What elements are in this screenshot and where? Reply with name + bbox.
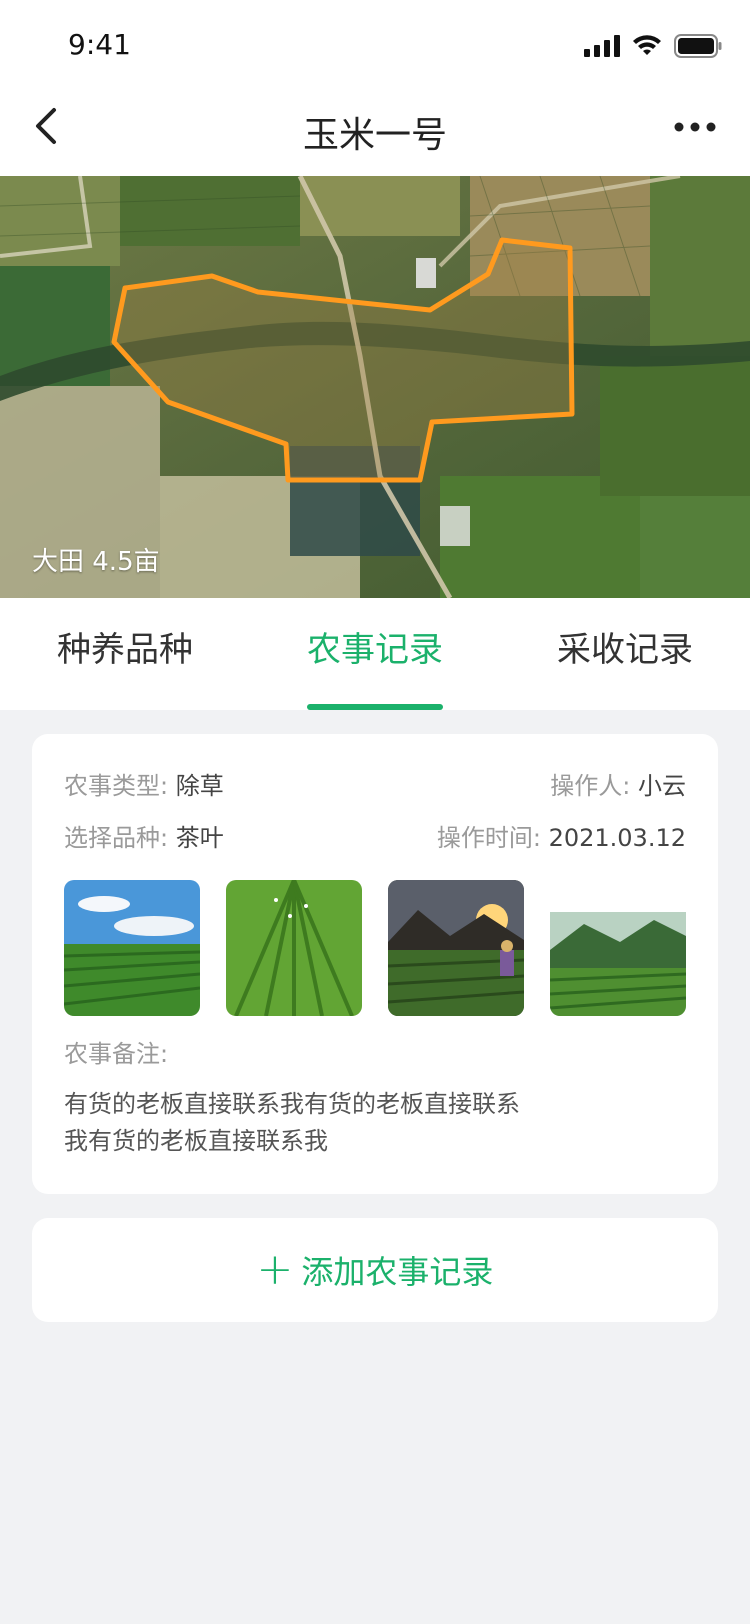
- signal-icon: [584, 35, 620, 57]
- variety-label: 选择品种:: [64, 824, 169, 852]
- operation-time-label: 操作时间:: [436, 824, 541, 852]
- farm-record-card[interactable]: 农事类型: 除草 操作人: 小云 选择品种: 茶叶 操作时间: 2021.03.…: [32, 734, 718, 1194]
- plus-icon: +: [256, 1244, 294, 1295]
- record-photo[interactable]: [64, 880, 200, 1016]
- add-farm-record-button[interactable]: + 添加农事记录: [32, 1218, 718, 1322]
- record-photo[interactable]: [388, 880, 524, 1016]
- satellite-image: [0, 176, 750, 598]
- tab-farm-records[interactable]: 农事记录: [250, 598, 500, 710]
- status-time: 9:41: [68, 28, 131, 61]
- tab-varieties[interactable]: 种养品种: [0, 598, 250, 710]
- variety-value: 茶叶: [175, 824, 224, 852]
- top-bar: 9:41 玉米一号: [0, 0, 750, 176]
- operation-time-value: 2021.03.12: [548, 824, 686, 852]
- record-photo[interactable]: [550, 880, 686, 1016]
- field-map[interactable]: 大田 4.5亩: [0, 176, 750, 598]
- tab-farm-records-label: 农事记录: [307, 630, 443, 670]
- operator-value: 小云: [638, 772, 686, 800]
- remark-text: 有货的老板直接联系我有货的老板直接联系我有货的老板直接联系我: [64, 1090, 520, 1155]
- status-icons: [584, 34, 722, 58]
- operation-time: 操作时间: 2021.03.12: [437, 818, 686, 853]
- record-row-2: 选择品种: 茶叶 操作时间: 2021.03.12: [64, 818, 686, 858]
- record-photo[interactable]: [226, 880, 362, 1016]
- battery-icon: [674, 34, 722, 58]
- add-farm-record-label: 添加农事记录: [301, 1253, 494, 1291]
- photo-gallery: [64, 880, 686, 1016]
- farm-type: 农事类型: 除草: [64, 766, 224, 801]
- wifi-icon: [633, 35, 661, 55]
- farm-type-label: 农事类型:: [64, 772, 169, 800]
- farm-type-value: 除草: [175, 772, 224, 800]
- tab-bar: 种养品种 农事记录 采收记录: [0, 598, 750, 710]
- operator: 操作人: 小云: [550, 766, 686, 801]
- ellipsis-icon[interactable]: [670, 113, 720, 141]
- active-tab-indicator: [307, 704, 443, 710]
- variety: 选择品种: 茶叶: [64, 818, 224, 853]
- field-area-caption: 大田 4.5亩: [32, 547, 160, 577]
- operator-label: 操作人:: [550, 772, 631, 800]
- record-row-1: 农事类型: 除草 操作人: 小云: [64, 766, 686, 806]
- tab-harvest-records[interactable]: 采收记录: [500, 598, 750, 710]
- remark-label: 农事备注:: [64, 1040, 169, 1068]
- page-title: 玉米一号: [302, 115, 447, 156]
